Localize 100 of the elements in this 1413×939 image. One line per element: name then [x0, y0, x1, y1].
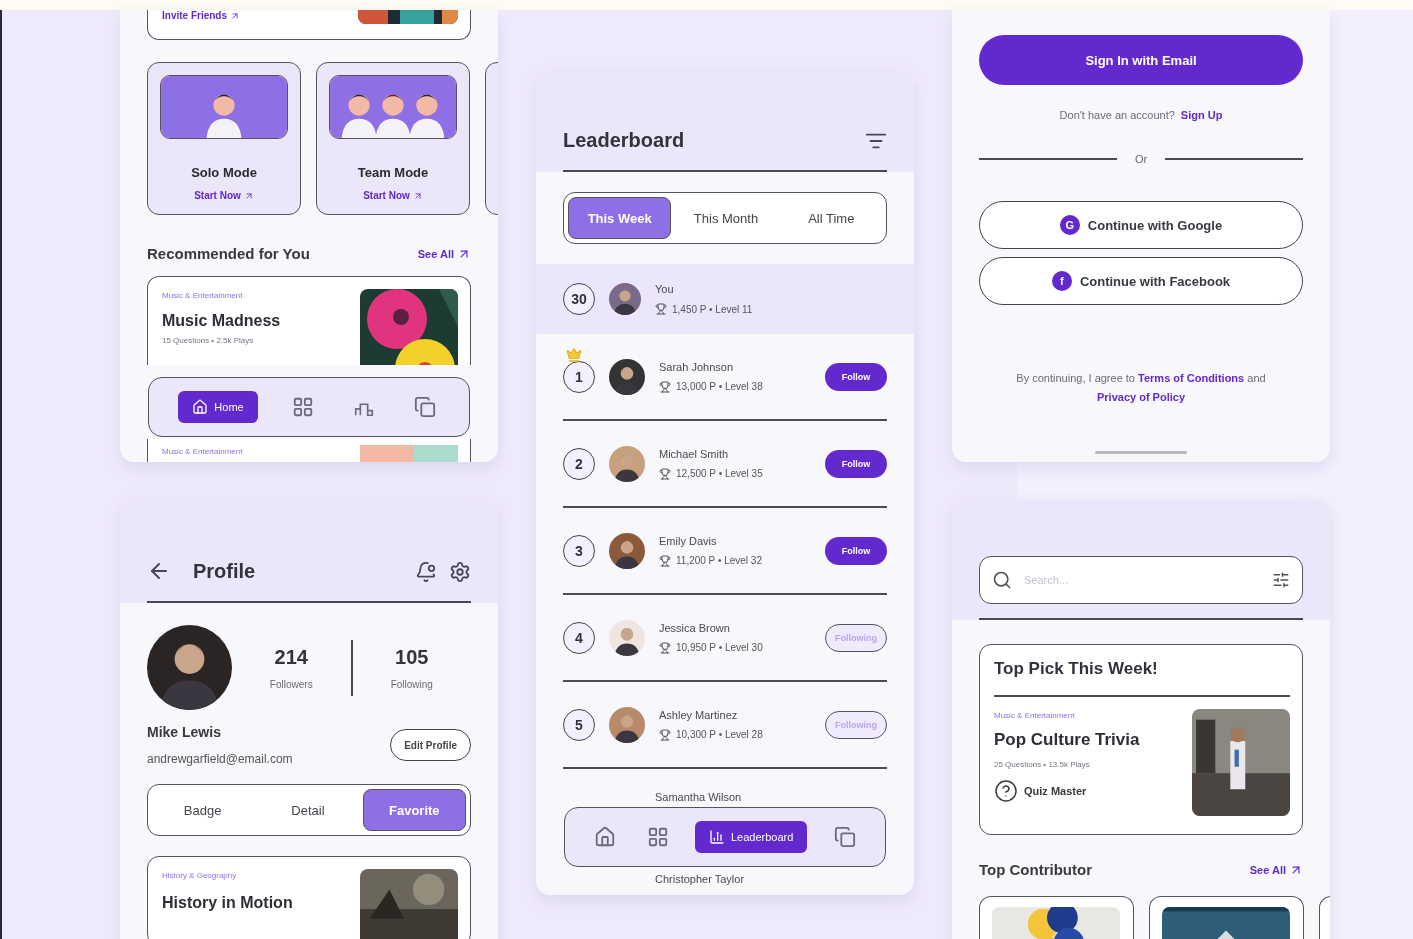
player-name: Sarah Johnson [659, 360, 734, 373]
terms-link[interactable]: Terms of Conditions [1138, 372, 1245, 384]
terms-text: By continuing, I agree to Terms of Conditions and Privacy of Policy [1015, 371, 1267, 405]
followers-count: 214 [274, 645, 308, 669]
social-login-button[interactable]: G Continue with Google [979, 201, 1303, 249]
quiz-category: History & Geography [162, 871, 238, 880]
help-icon [994, 779, 1018, 803]
search-icon [992, 570, 1012, 590]
player-name: You [655, 283, 675, 295]
nav-item[interactable]: Leaderboard [694, 821, 808, 853]
rank-number: 3 [563, 534, 595, 567]
quiz-card[interactable]: History & Geography History in Motion [147, 856, 471, 939]
provider-logo: f [1051, 271, 1072, 291]
trophy-icon [659, 380, 671, 393]
mode-card[interactable]: Solo Mode Start Now [147, 62, 301, 215]
player-name: Samantha Wilson [654, 791, 743, 803]
follow-button[interactable]: Follow [825, 536, 887, 565]
arrow-icon [412, 190, 423, 201]
player-points: 1,450 P • Level 11 [655, 303, 887, 315]
provider-logo: G [1059, 215, 1080, 235]
search-input[interactable]: Search... [1022, 573, 1262, 587]
profile-tab[interactable]: Favorite [362, 789, 466, 831]
see-all-link[interactable]: See All [417, 246, 471, 261]
quiz-title: History in Motion [162, 894, 293, 912]
trophy-icon [659, 641, 671, 654]
player-name: Christopher Taylor [654, 873, 746, 885]
quiz-author: Quiz Master [994, 779, 1140, 803]
followers-label: Followers [269, 678, 313, 690]
mode-card[interactable]: Team Mode Start Now [316, 62, 470, 215]
grid-icon [646, 826, 669, 848]
settings-icon[interactable] [449, 561, 471, 583]
arrow-icon [243, 190, 254, 201]
top-pick-card[interactable]: Top Pick This Week! Music & Entertainment Pop Culture Trivia 25 Questions • 13.5k Plays Quiz Master [979, 644, 1303, 835]
nav-item[interactable]: Home [178, 391, 258, 423]
quiz-title: Pop Culture Trivia [994, 730, 1140, 750]
player-points: 10,300 P • Level 28 [659, 728, 811, 741]
card-heading: Top Pick This Week! [994, 659, 1290, 697]
see-all-link[interactable]: See All [1249, 862, 1303, 877]
follow-button[interactable]: Follow [825, 449, 887, 478]
avatar [609, 532, 645, 569]
following-count: 105 [395, 645, 429, 669]
rank-number: 30 [563, 283, 595, 315]
cards-icon [413, 396, 436, 418]
trophy-icon [659, 467, 671, 480]
email-signin-button[interactable]: Sign In with Email [979, 35, 1303, 85]
section-title: Top Contributor [979, 861, 1093, 878]
filter-icon[interactable] [1272, 571, 1290, 589]
arrow-icon [230, 10, 240, 21]
contributor-card[interactable] [979, 896, 1134, 939]
rank-number: 2 [563, 447, 595, 480]
quiz-card[interactable]: Music & Entertainment Music Madness 15 Questions • 2.5k Plays [147, 276, 471, 365]
follow-button[interactable]: Follow [825, 362, 887, 391]
notification-icon[interactable] [415, 561, 437, 583]
user-name: Mike Lewis [147, 724, 222, 740]
edit-profile-button[interactable]: Edit Profile [390, 729, 471, 761]
quiz-meta: 15 Questions • 2.5k Plays [162, 336, 255, 345]
player-points: 11,200 P • Level 32 [659, 554, 811, 567]
mode-title: Solo Mode [191, 165, 257, 180]
avatar [609, 706, 645, 743]
social-login-button[interactable]: f Continue with Facebook [979, 257, 1303, 305]
chart-icon [708, 829, 725, 845]
avatar [609, 283, 641, 315]
player-points: 12,500 P • Level 35 [659, 467, 811, 480]
player-name: Emily Davis [659, 534, 718, 547]
avatar [609, 445, 645, 482]
privacy-link[interactable]: Privacy of Policy [1096, 391, 1185, 403]
user-email: andrewgarfield@email.com [147, 752, 293, 766]
period-tab[interactable]: This Month [675, 197, 777, 239]
player-name: Jessica Brown [659, 621, 731, 634]
sign-up-link[interactable]: Sign Up [1180, 109, 1223, 121]
trophy-icon [655, 303, 667, 315]
player-name: Ashley Martinez [659, 708, 739, 721]
grid-icon [292, 396, 315, 418]
avatar [609, 619, 645, 656]
quiz-category: Music & Entertainment [162, 447, 243, 456]
quiz-card[interactable]: Music & Entertainment [147, 439, 471, 462]
mode-title: Team Mode [357, 165, 429, 180]
rank-number: 5 [563, 708, 595, 741]
rank-number: 4 [563, 621, 595, 654]
player-points: 10,950 P • Level 30 [659, 641, 811, 654]
quiz-category: Music & Entertainment [162, 291, 244, 300]
trophy-icon [659, 728, 671, 741]
profile-tab[interactable]: Detail [257, 789, 359, 831]
or-text: Or [1134, 153, 1148, 165]
rank-number: 1 [563, 360, 595, 393]
period-tab[interactable]: This Week [568, 197, 672, 239]
profile-tab[interactable]: Badge [152, 789, 254, 831]
period-tab[interactable]: All Time [780, 197, 882, 239]
invite-link[interactable]: Invite Friends [162, 10, 240, 21]
quiz-meta: 25 Questions • 13.5k Plays [994, 760, 1091, 769]
screen-title: Profile [193, 559, 256, 583]
avatar [609, 358, 645, 395]
player-name: Michael Smith [659, 447, 730, 460]
no-account-text: Don't have an account? [1059, 109, 1175, 121]
start-link[interactable]: Start Now [363, 190, 423, 201]
home-icon [594, 826, 617, 848]
start-link[interactable]: Start Now [194, 190, 254, 201]
cards-icon [833, 826, 856, 848]
contributor-card[interactable] [1149, 896, 1304, 939]
following-label: Following [390, 678, 433, 690]
